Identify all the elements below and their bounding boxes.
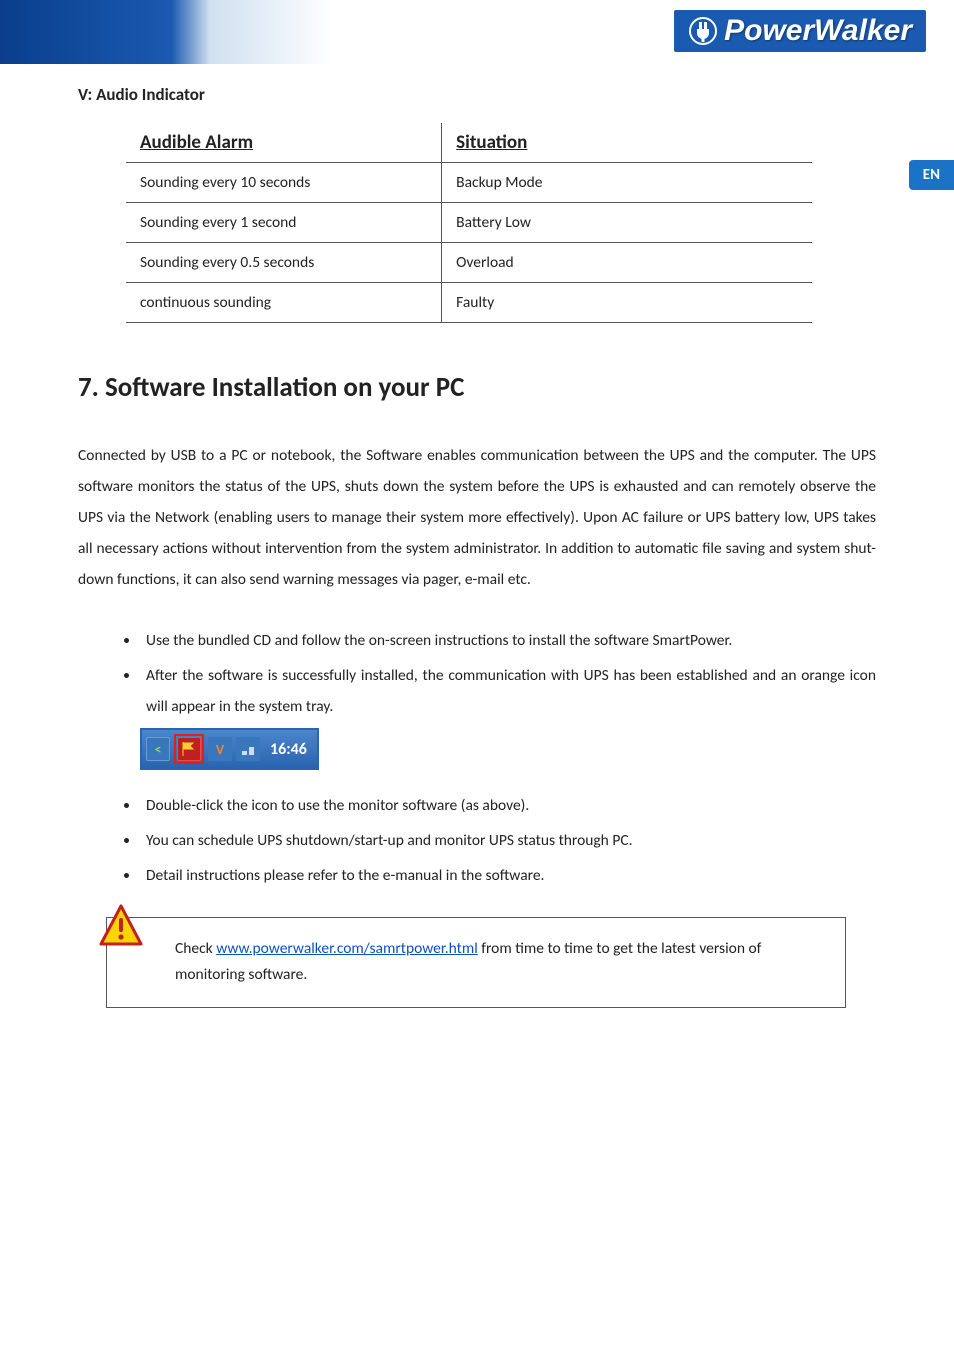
page-content: V: Audio Indicator Audible Alarm Situati… (0, 64, 954, 1048)
th-situation: Situation (442, 123, 813, 163)
note-prefix: Check (175, 939, 216, 958)
table-row: Sounding every 10 seconds Backup Mode (126, 163, 812, 203)
brand-text: PowerWalker (724, 14, 912, 48)
cell-alarm: Sounding every 0.5 seconds (126, 243, 442, 283)
list-item: You can schedule UPS shutdown/start-up a… (140, 825, 876, 856)
tray-smartpower-icon (177, 737, 201, 761)
plug-icon (688, 16, 718, 46)
note-text: Check www.powerwalker.com/samrtpower.htm… (175, 936, 823, 989)
tray-clock: 16:46 (270, 740, 307, 759)
audio-indicator-table: Audible Alarm Situation Sounding every 1… (126, 123, 812, 323)
cell-alarm: Sounding every 10 seconds (126, 163, 442, 203)
system-tray-screenshot: < V 16:46 (140, 728, 876, 770)
cell-alarm: Sounding every 1 second (126, 203, 442, 243)
top-banner: PowerWalker (0, 0, 954, 64)
table-row: continuous sounding Faulty (126, 283, 812, 323)
list-item: Detail instructions please refer to the … (140, 860, 876, 891)
tray-network-icon (236, 737, 260, 761)
tray-v-icon: V (208, 737, 232, 761)
list-item: Double-click the icon to use the monitor… (140, 790, 876, 821)
cell-situation: Overload (442, 243, 813, 283)
bullet-list-a: Use the bundled CD and follow the on-scr… (78, 625, 876, 722)
note-link[interactable]: www.powerwalker.com/samrtpower.html (216, 939, 478, 958)
table-row: Sounding every 1 second Battery Low (126, 203, 812, 243)
cell-alarm: continuous sounding (126, 283, 442, 323)
list-item: After the software is successfully insta… (140, 660, 876, 722)
section-7-title: 7. Software Installation on your PC (78, 371, 876, 404)
cell-situation: Faulty (442, 283, 813, 323)
list-item: Use the bundled CD and follow the on-scr… (140, 625, 876, 656)
tray-highlight-box (174, 734, 204, 764)
table-row: Sounding every 0.5 seconds Overload (126, 243, 812, 283)
cell-situation: Backup Mode (442, 163, 813, 203)
brand-logo: PowerWalker (674, 10, 926, 52)
bullet-list-b: Double-click the icon to use the monitor… (78, 790, 876, 891)
section-v-title: V: Audio Indicator (78, 84, 876, 105)
intro-paragraph: Connected by USB to a PC or notebook, th… (78, 440, 876, 595)
language-tab[interactable]: EN (909, 160, 954, 190)
tray-expand-icon: < (146, 737, 170, 761)
note-box: Check www.powerwalker.com/samrtpower.htm… (106, 917, 846, 1008)
th-audible-alarm: Audible Alarm (126, 123, 442, 163)
cell-situation: Battery Low (442, 203, 813, 243)
warning-icon (97, 902, 145, 950)
